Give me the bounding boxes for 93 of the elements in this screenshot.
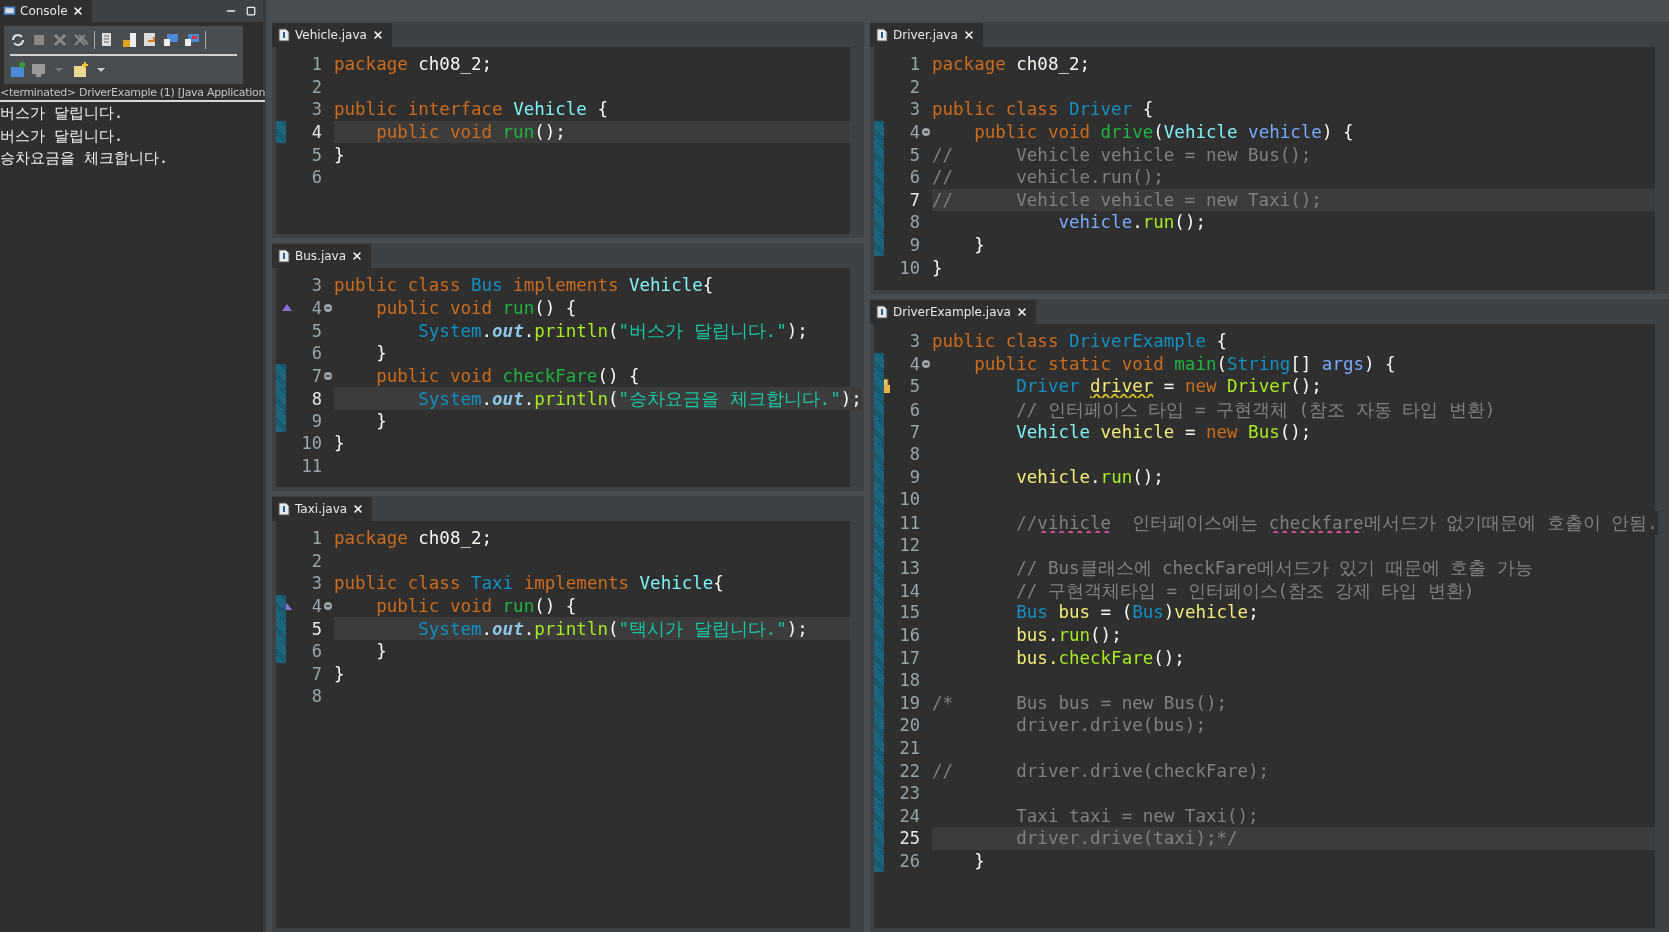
line-number: 15: [898, 602, 920, 623]
line-number: 21: [898, 738, 920, 758]
line-number: 5: [310, 144, 322, 165]
close-icon[interactable]: [371, 29, 384, 41]
line-number: 17: [898, 647, 920, 668]
fold-icon[interactable]: [922, 359, 930, 368]
close-icon[interactable]: [962, 29, 975, 41]
line-number: 7: [310, 663, 322, 684]
editor-tab[interactable]: Vehicle.java: [272, 23, 392, 47]
show-on-output-icon[interactable]: [163, 32, 179, 48]
line-number: 5: [310, 321, 322, 342]
java-file-icon: [278, 28, 290, 42]
line-number: 23: [898, 783, 920, 804]
line-number: 3: [310, 99, 322, 120]
line-number: 9: [310, 410, 322, 431]
new-console-icon[interactable]: [73, 62, 89, 78]
console-tab[interactable]: Console: [0, 0, 92, 22]
line-number: 4: [310, 297, 322, 318]
relaunch-icon[interactable]: [10, 32, 26, 48]
console-output-line: 승차요금을 체크합니다.: [0, 148, 170, 169]
line-number: 4: [908, 353, 920, 374]
line-number: 19: [898, 692, 920, 713]
editor-tab[interactable]: Taxi.java: [272, 497, 373, 521]
line-number: 8: [908, 444, 920, 465]
line-number: 5: [908, 144, 920, 165]
override-triangle-icon: [282, 304, 292, 312]
line-number: 5: [310, 619, 322, 640]
line-number: 3: [310, 573, 322, 594]
line-number: 2: [310, 76, 322, 97]
line-number: 2: [908, 76, 920, 97]
line-number: 4: [310, 596, 322, 617]
line-number: 10: [300, 433, 322, 454]
line-number: 6: [310, 167, 322, 188]
line-number: 22: [898, 760, 920, 781]
line-number: 9: [908, 466, 920, 487]
close-icon[interactable]: [351, 250, 364, 262]
fold-icon[interactable]: [324, 303, 332, 312]
line-number: 26: [898, 850, 920, 871]
line-number: 20: [898, 715, 920, 736]
line-number: 3: [908, 331, 920, 352]
java-file-icon: [278, 502, 290, 516]
java-file-icon: [876, 28, 888, 42]
fold-icon[interactable]: [324, 602, 332, 611]
line-number: 6: [908, 399, 920, 420]
line-number: 8: [310, 388, 322, 409]
line-number: 14: [898, 580, 920, 601]
show-on-error-icon[interactable]: [184, 32, 200, 48]
line-number: 16: [898, 625, 920, 645]
line-number: 8: [310, 686, 322, 707]
line-number: 10: [898, 489, 920, 510]
process-label: <terminated> DriverExample (1) [Java Application: [0, 84, 266, 102]
line-number: 1: [310, 54, 322, 75]
word-wrap-icon[interactable]: [142, 32, 158, 48]
line-number: 12: [898, 534, 920, 555]
line-number: 11: [898, 512, 920, 533]
line-number: 6: [310, 641, 322, 662]
java-file-icon: [278, 249, 290, 263]
editor-tab[interactable]: Bus.java: [272, 244, 372, 268]
display-console-icon[interactable]: [31, 62, 47, 78]
maximize-icon[interactable]: [246, 6, 256, 16]
line-number: 7: [908, 421, 920, 442]
line-number: 10: [898, 257, 920, 278]
line-number: 3: [310, 275, 322, 296]
line-number: 8: [908, 212, 920, 233]
line-number: 4: [908, 122, 920, 143]
java-file-icon: [876, 305, 888, 319]
console-icon: [3, 4, 16, 18]
console-output-line: 버스가 달립니다.: [0, 125, 125, 147]
editor-tab[interactable]: Driver.java: [870, 23, 983, 47]
line-number: 2: [310, 550, 322, 571]
line-number: 13: [898, 557, 920, 578]
line-number: 18: [898, 670, 920, 691]
line-number: 11: [300, 456, 322, 477]
editor-tab[interactable]: DriverExample.java: [870, 300, 1036, 324]
line-number: 4: [310, 122, 322, 143]
line-number: 3: [908, 99, 920, 120]
line-number: 6: [908, 167, 920, 188]
line-number: 1: [908, 54, 920, 75]
line-number: 7: [310, 365, 322, 386]
line-number: 24: [898, 805, 920, 826]
console-output-line: 버스가 달립니다.: [0, 103, 125, 124]
line-number: 6: [310, 343, 322, 364]
close-icon[interactable]: [352, 503, 365, 515]
line-number: 1: [310, 528, 322, 549]
scroll-lock-icon[interactable]: [121, 32, 137, 48]
fold-icon[interactable]: [922, 128, 930, 137]
close-icon[interactable]: [1015, 306, 1028, 318]
line-number: 25: [898, 828, 920, 849]
fold-icon[interactable]: [324, 371, 332, 380]
close-icon[interactable]: [71, 5, 84, 17]
line-number: 7: [908, 189, 920, 210]
line-number: 9: [908, 235, 920, 256]
line-number: 5: [908, 376, 920, 397]
